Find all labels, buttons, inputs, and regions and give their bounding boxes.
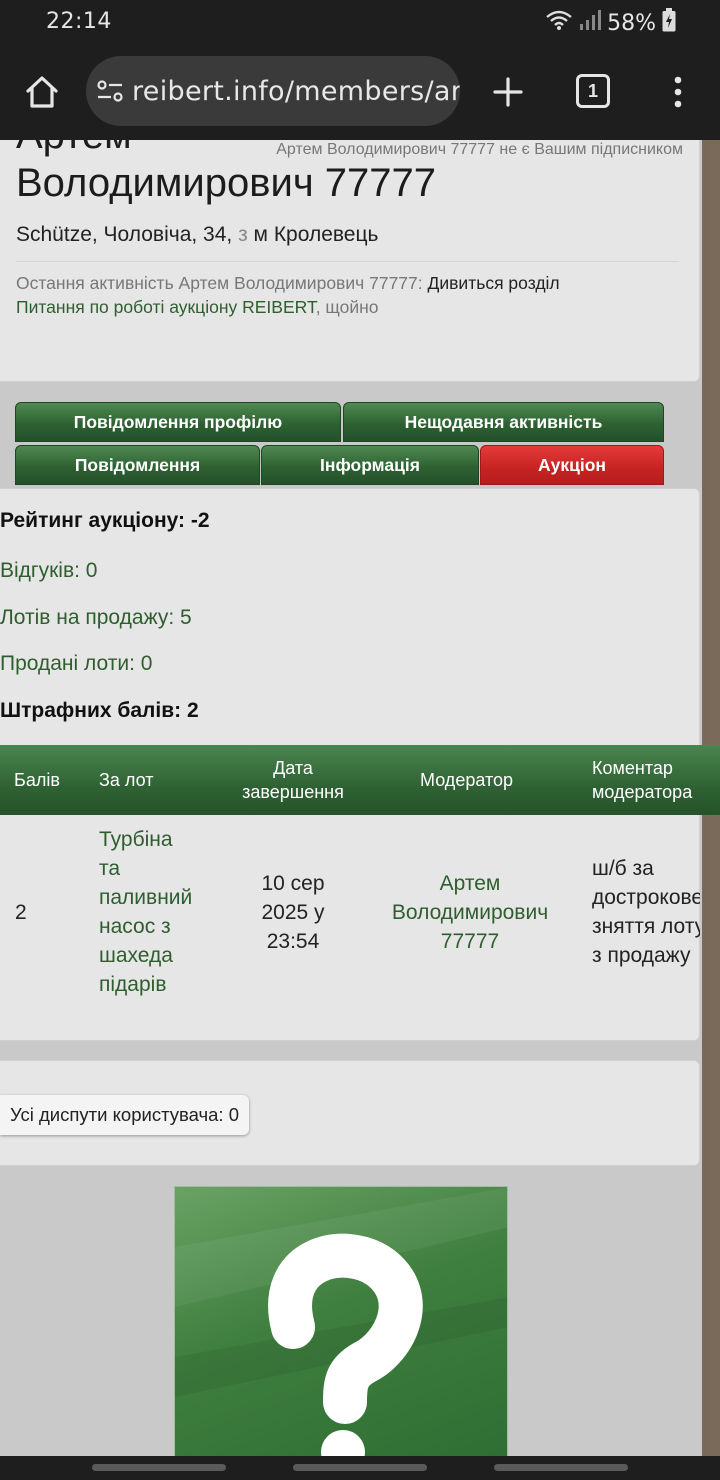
- col-header-moderator: Модератор: [420, 770, 514, 790]
- col-header-end-date-line2: завершення: [242, 782, 344, 802]
- cell-date-line: 2025 у: [261, 901, 325, 924]
- col-header-points: Балів: [14, 770, 60, 790]
- wifi-icon: [545, 9, 573, 37]
- penalty-table-header: Балів За лот Дата завершення Модератор К…: [0, 745, 720, 815]
- cell-lot-line: паливний: [99, 886, 193, 909]
- question-mark-icon: [175, 1187, 507, 1456]
- nav-pill-right[interactable]: [494, 1464, 628, 1471]
- battery-icon: [662, 8, 676, 38]
- cell-comment: ш/б за дострокове зняття лоту з продажу: [592, 854, 700, 970]
- divider: [16, 261, 679, 262]
- tab-information[interactable]: Інформація: [261, 445, 479, 485]
- site-info-icon[interactable]: [96, 75, 124, 107]
- cell-lot-link[interactable]: Турбіна та паливний насос з шахеда підар…: [99, 825, 192, 999]
- status-time: 22:14: [46, 9, 112, 34]
- col-header-comment-line2: модератора: [592, 782, 693, 802]
- profile-name-line1: Артем: [16, 140, 132, 158]
- cell-comment-line: ш/б за: [592, 857, 654, 880]
- profile-name-line2: Володимирович 77777: [16, 161, 436, 205]
- cell-date-line: 10 сер: [261, 872, 325, 895]
- auction-panel: Рейтинг аукціону: -2 Відгуків: 0 Лотів н…: [0, 488, 720, 1041]
- activity-time: , щойно: [315, 297, 379, 317]
- tab-posts[interactable]: Повідомлення: [15, 445, 260, 485]
- activity-action: Дивиться розділ: [427, 273, 560, 293]
- avatar: [174, 1186, 508, 1456]
- reviews-link[interactable]: Відгуків: 0: [0, 559, 97, 583]
- status-bar: 22:14 58%: [0, 0, 720, 44]
- cell-comment-line: дострокове: [592, 886, 700, 909]
- cell-lot-line: та: [99, 857, 121, 880]
- signal-icon: [579, 9, 602, 37]
- cell-moderator-line: Артем: [439, 872, 501, 895]
- profile-city: м Кролевець: [247, 223, 379, 246]
- last-activity: Остання активність Артем Володимирович 7…: [16, 271, 676, 319]
- cell-moderator-line: Володимирович: [391, 901, 549, 924]
- cell-lot-line: насос з: [99, 915, 171, 938]
- penalty-points: Штрафних балів: 2: [0, 699, 199, 722]
- new-tab-icon[interactable]: [488, 72, 528, 112]
- nav-pill-left[interactable]: [92, 1464, 226, 1471]
- cell-moderator-link[interactable]: Артем Володимирович 77777: [376, 869, 564, 956]
- cell-moderator-line: 77777: [440, 930, 500, 953]
- col-header-lot: За лот: [99, 770, 154, 790]
- sold-lots-link[interactable]: Продані лоти: 0: [0, 652, 152, 676]
- cell-points: 2: [15, 901, 27, 924]
- lots-for-sale-link[interactable]: Лотів на продажу: 5: [0, 606, 192, 630]
- cell-lot-line: Турбіна: [99, 828, 173, 851]
- col-header-comment-line1: Коментар: [592, 758, 673, 778]
- cell-date-line: 23:54: [266, 930, 320, 953]
- address-bar[interactable]: reibert.info/members/ar: [86, 56, 460, 126]
- cell-end-date: 10 сер 2025 у 23:54: [232, 869, 354, 956]
- profile-subtitle: Schütze, Чоловіча, 34, з м Кролевець: [16, 223, 378, 247]
- disputes-panel: Усі диспути користувача: 0: [0, 1060, 700, 1166]
- url-text: reibert.info/members/ar: [132, 75, 460, 107]
- status-icons: 58%: [545, 8, 676, 38]
- activity-label: Остання активність Артем Володимирович 7…: [16, 273, 428, 293]
- home-icon[interactable]: [22, 72, 62, 112]
- nav-pill-center[interactable]: [293, 1464, 427, 1471]
- menu-icon[interactable]: [662, 72, 694, 112]
- follow-status: Артем Володимирович 77777 не є Вашим під…: [276, 141, 683, 158]
- battery-text: 58%: [607, 10, 656, 36]
- system-navigation-bar: [0, 1456, 720, 1480]
- cell-lot-line: шахеда: [99, 944, 173, 967]
- tab-profile-posts[interactable]: Повідомлення профілю: [15, 402, 341, 442]
- auction-rating: Рейтинг аукціону: -2: [0, 509, 210, 532]
- tab-count: 1: [587, 80, 598, 101]
- profile-header: Артем Володимирович 77777 Артем Володими…: [0, 140, 700, 382]
- col-header-comment: Коментар модератора: [592, 756, 692, 804]
- tabs-icon[interactable]: 1: [576, 74, 610, 108]
- tab-auction[interactable]: Аукціон: [480, 445, 664, 485]
- cell-comment-line: з продажу: [592, 944, 691, 967]
- page-content: Артем Володимирович 77777 Артем Володими…: [0, 140, 720, 1456]
- col-header-end-date-line1: Дата: [273, 758, 313, 778]
- browser-toolbar: reibert.info/members/ar 1: [0, 44, 720, 140]
- col-header-end-date: Дата завершення: [232, 756, 354, 804]
- profile-info: Schütze, Чоловіча, 34,: [16, 223, 239, 246]
- cell-comment-line: зняття лоту: [592, 915, 700, 938]
- tab-recent-activity[interactable]: Нещодавня активність: [343, 402, 664, 442]
- from-label: з: [238, 223, 248, 246]
- user-disputes-button[interactable]: Усі диспути користувача: 0: [0, 1095, 250, 1135]
- cell-lot-line: підарів: [99, 973, 167, 996]
- activity-forum-link[interactable]: Питання по роботі аукціону REIBERT: [16, 297, 316, 317]
